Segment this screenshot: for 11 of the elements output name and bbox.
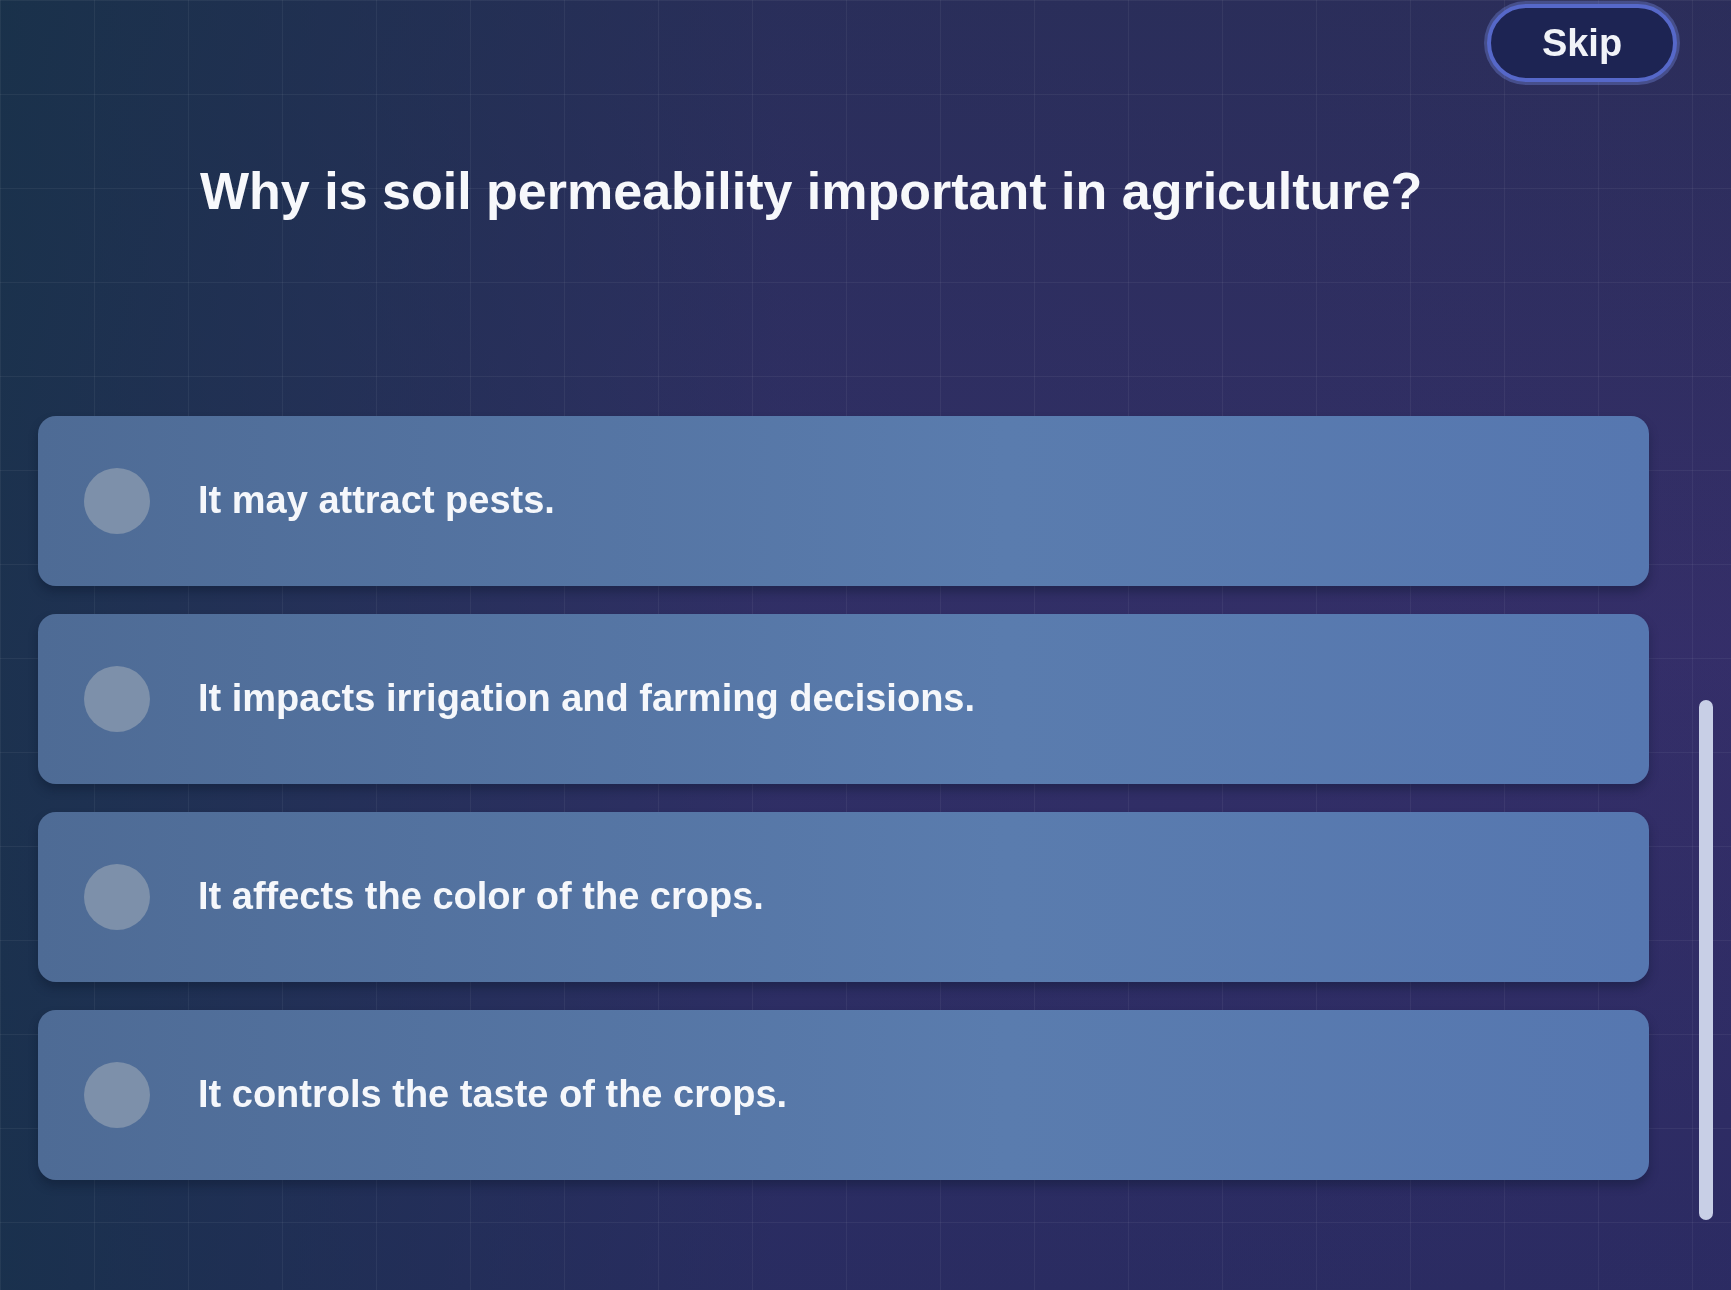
answer-text: It affects the color of the crops.	[198, 875, 764, 919]
skip-button[interactable]: Skip	[1487, 4, 1677, 82]
answer-text: It controls the taste of the crops.	[198, 1073, 788, 1117]
answer-option[interactable]: It may attract pests.	[38, 415, 1649, 586]
answer-text: It impacts irrigation and farming decisions.	[198, 677, 976, 721]
answer-option[interactable]: It impacts irrigation and farming decisions.	[38, 613, 1649, 784]
scrollbar-thumb[interactable]	[1699, 700, 1713, 1220]
answer-option[interactable]: It controls the taste of the crops.	[38, 1009, 1649, 1180]
question-text: Why is soil permeability important in agriculture?	[200, 161, 1424, 222]
answer-option[interactable]: It affects the color of the crops.	[38, 811, 1649, 982]
answer-text: It may attract pests.	[198, 479, 555, 523]
